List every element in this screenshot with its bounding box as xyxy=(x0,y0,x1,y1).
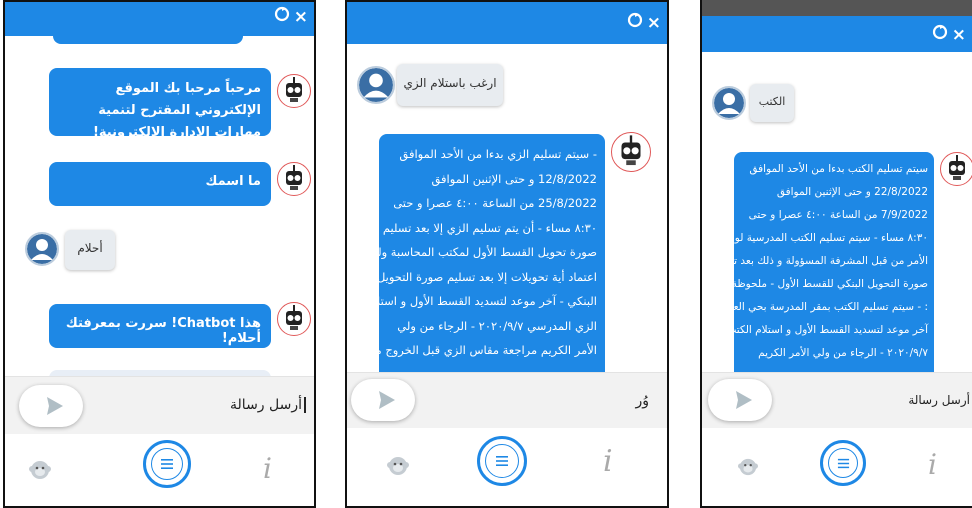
chat-footer: i xyxy=(702,428,972,506)
user-message: الكتب xyxy=(750,84,794,122)
chat-header: × xyxy=(5,2,314,36)
chat-header: × xyxy=(702,16,972,52)
message-input[interactable]: وُر xyxy=(635,393,649,409)
menu-button[interactable] xyxy=(477,436,527,486)
robot-avatar-icon xyxy=(940,152,972,186)
refresh-icon[interactable] xyxy=(932,24,948,45)
robot-avatar-icon xyxy=(277,74,311,108)
menu-icon xyxy=(485,444,519,478)
info-icon[interactable]: i xyxy=(928,448,937,481)
menu-icon xyxy=(828,448,858,478)
message-input-bar[interactable]: وُر xyxy=(347,372,667,431)
user-avatar-icon xyxy=(357,66,395,104)
chat-window-1: × مرحباً مرحبا بك الموقع الإلكتروني المق… xyxy=(3,0,316,508)
message-input[interactable]: أرسل رسالة xyxy=(230,397,306,413)
window-titlebar-strip xyxy=(702,0,972,16)
robot-avatar-icon xyxy=(277,162,311,196)
send-button[interactable] xyxy=(708,379,772,421)
chat-footer: i xyxy=(5,434,314,506)
user-avatar-icon xyxy=(25,232,59,266)
robot-avatar-icon xyxy=(611,132,651,172)
menu-button[interactable] xyxy=(143,440,191,488)
message-list[interactable]: ارغب باستلام الزي - سيتم تسليم الزي بدءا… xyxy=(347,44,667,372)
robot-avatar-icon xyxy=(277,302,311,336)
user-avatar-icon xyxy=(712,86,746,120)
message-bubble-partial xyxy=(53,36,243,44)
message-input[interactable]: أرسل رسالة xyxy=(908,393,970,407)
monkey-icon[interactable] xyxy=(29,458,51,486)
chat-footer: i xyxy=(347,428,667,506)
refresh-icon[interactable] xyxy=(274,6,290,27)
message-input-bar[interactable]: أرسل رسالة xyxy=(702,372,972,429)
info-icon[interactable]: i xyxy=(603,444,613,479)
close-icon[interactable]: × xyxy=(952,25,966,45)
info-icon[interactable]: i xyxy=(263,452,272,485)
message-list[interactable]: الكتب سيتم تسليم الكتب بدءا من الأحد الم… xyxy=(702,52,972,372)
chat-window-3: × الكتب سيتم تسليم الكتب بدءا من الأحد ا… xyxy=(700,0,972,508)
bot-message: مرحباً مرحبا بك الموقع الإلكتروني المقتر… xyxy=(49,68,271,140)
close-icon[interactable]: × xyxy=(647,13,661,33)
menu-button[interactable] xyxy=(820,440,866,486)
bot-message: هذا Chatbot! سررت بمعرفتك أحلام! xyxy=(49,304,271,348)
message-list[interactable]: مرحباً مرحبا بك الموقع الإلكتروني المقتر… xyxy=(5,36,314,376)
chat-window-2: × ارغب باستلام الزي - سيتم تسليم الزي بد… xyxy=(345,0,669,508)
user-message: ارغب باستلام الزي xyxy=(397,64,503,106)
close-icon[interactable]: × xyxy=(294,7,308,27)
user-message: أحلام xyxy=(65,230,115,270)
bot-message: - سيتم تسليم الزي بدءا من الأحد الموافق … xyxy=(351,134,605,372)
monkey-icon[interactable] xyxy=(387,454,409,482)
bot-message: ما اسمك xyxy=(49,162,271,206)
chat-header: × xyxy=(347,2,667,44)
send-button[interactable] xyxy=(351,379,415,421)
send-button[interactable] xyxy=(19,385,83,427)
monkey-icon[interactable] xyxy=(738,456,758,482)
bot-message: سيتم تسليم الكتب بدءا من الأحد الموافق 2… xyxy=(708,152,934,372)
message-input-bar[interactable]: أرسل رسالة xyxy=(5,376,314,437)
menu-icon xyxy=(151,448,183,480)
refresh-icon[interactable] xyxy=(627,12,643,33)
